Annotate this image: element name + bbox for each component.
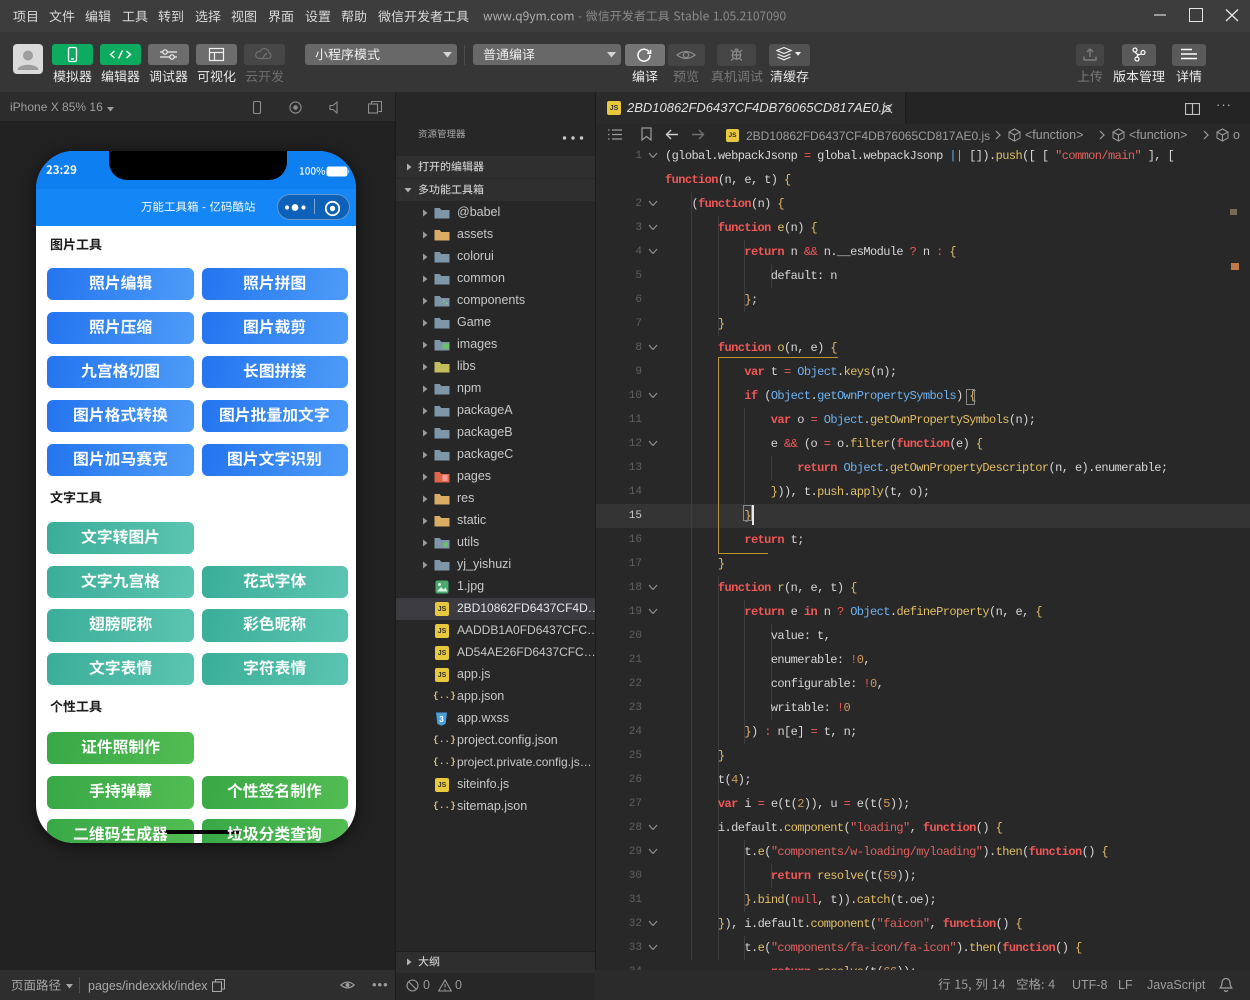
svg-text:3: 3 [439,715,444,724]
